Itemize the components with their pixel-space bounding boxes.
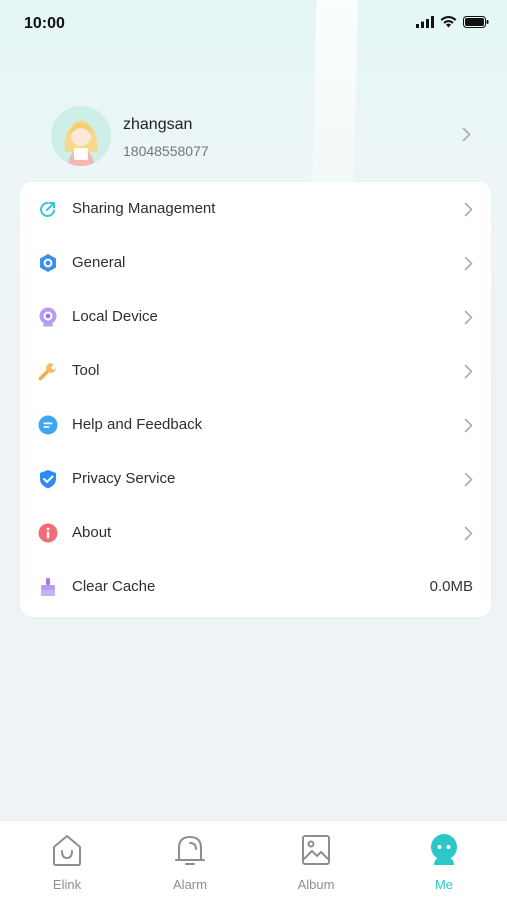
chevron-right-icon [464, 202, 473, 217]
status-time: 10:00 [24, 15, 65, 32]
chevron-right-icon [464, 256, 473, 271]
info-icon [38, 523, 58, 543]
tab-elink[interactable]: Elink [27, 821, 107, 901]
signal-icon [416, 16, 434, 28]
camera-icon [39, 307, 57, 327]
image-icon [302, 835, 330, 865]
wrench-icon [38, 363, 56, 381]
menu-label: About [72, 524, 112, 541]
chat-icon [38, 415, 58, 435]
menu-item-clear-cache[interactable]: Clear Cache 0.0MB [20, 560, 491, 614]
tab-album[interactable]: Album [276, 821, 356, 901]
menu-label: Help and Feedback [72, 416, 203, 433]
shield-check-icon [40, 470, 56, 489]
status-bar: 10:00 [0, 0, 507, 48]
share-icon [40, 202, 55, 217]
settings-menu: Sharing Management General Local Device … [20, 182, 491, 617]
menu-label: Clear Cache [72, 578, 156, 595]
chevron-right-icon [464, 364, 473, 379]
tab-alarm[interactable]: Alarm [150, 821, 230, 901]
settings-hexagon-icon [40, 254, 56, 272]
username: zhangsan [123, 116, 193, 133]
menu-item-privacy-service[interactable]: Privacy Service [20, 452, 491, 506]
menu-item-tool[interactable]: Tool [20, 344, 491, 398]
chevron-right-icon [464, 310, 473, 325]
battery-icon [463, 16, 489, 28]
menu-item-help-and-feedback[interactable]: Help and Feedback [20, 398, 491, 452]
profile-header[interactable]: zhangsan 18048558077 [20, 100, 487, 170]
tab-me[interactable]: Me [404, 821, 484, 901]
menu-label: General [72, 254, 126, 271]
tab-label: Elink [52, 877, 82, 892]
bell-icon [175, 836, 205, 865]
chevron-right-icon [464, 418, 473, 433]
chevron-right-icon [464, 472, 473, 487]
menu-label: Local Device [72, 308, 158, 325]
tab-label: Alarm [173, 877, 207, 892]
avatar [51, 106, 111, 166]
menu-label: Tool [72, 362, 100, 379]
wifi-icon [440, 16, 457, 28]
menu-item-sharing-management[interactable]: Sharing Management [20, 182, 491, 236]
phone-number: 18048558077 [123, 143, 209, 159]
robot-face-icon [431, 834, 457, 865]
broom-icon [41, 578, 55, 596]
menu-item-local-device[interactable]: Local Device [20, 290, 491, 344]
menu-item-about[interactable]: About [20, 506, 491, 560]
menu-label: Sharing Management [72, 200, 216, 217]
cache-size: 0.0MB [429, 578, 473, 595]
chevron-right-icon [464, 526, 473, 541]
home-icon [53, 835, 81, 866]
menu-item-general[interactable]: General [20, 236, 491, 290]
menu-label: Privacy Service [72, 470, 176, 487]
chevron-right-icon [462, 127, 471, 142]
status-icons [416, 16, 489, 28]
tab-label: Album [297, 877, 335, 892]
tab-label: Me [434, 877, 454, 892]
bottom-tab-bar: Elink Alarm Album Me [0, 820, 507, 901]
